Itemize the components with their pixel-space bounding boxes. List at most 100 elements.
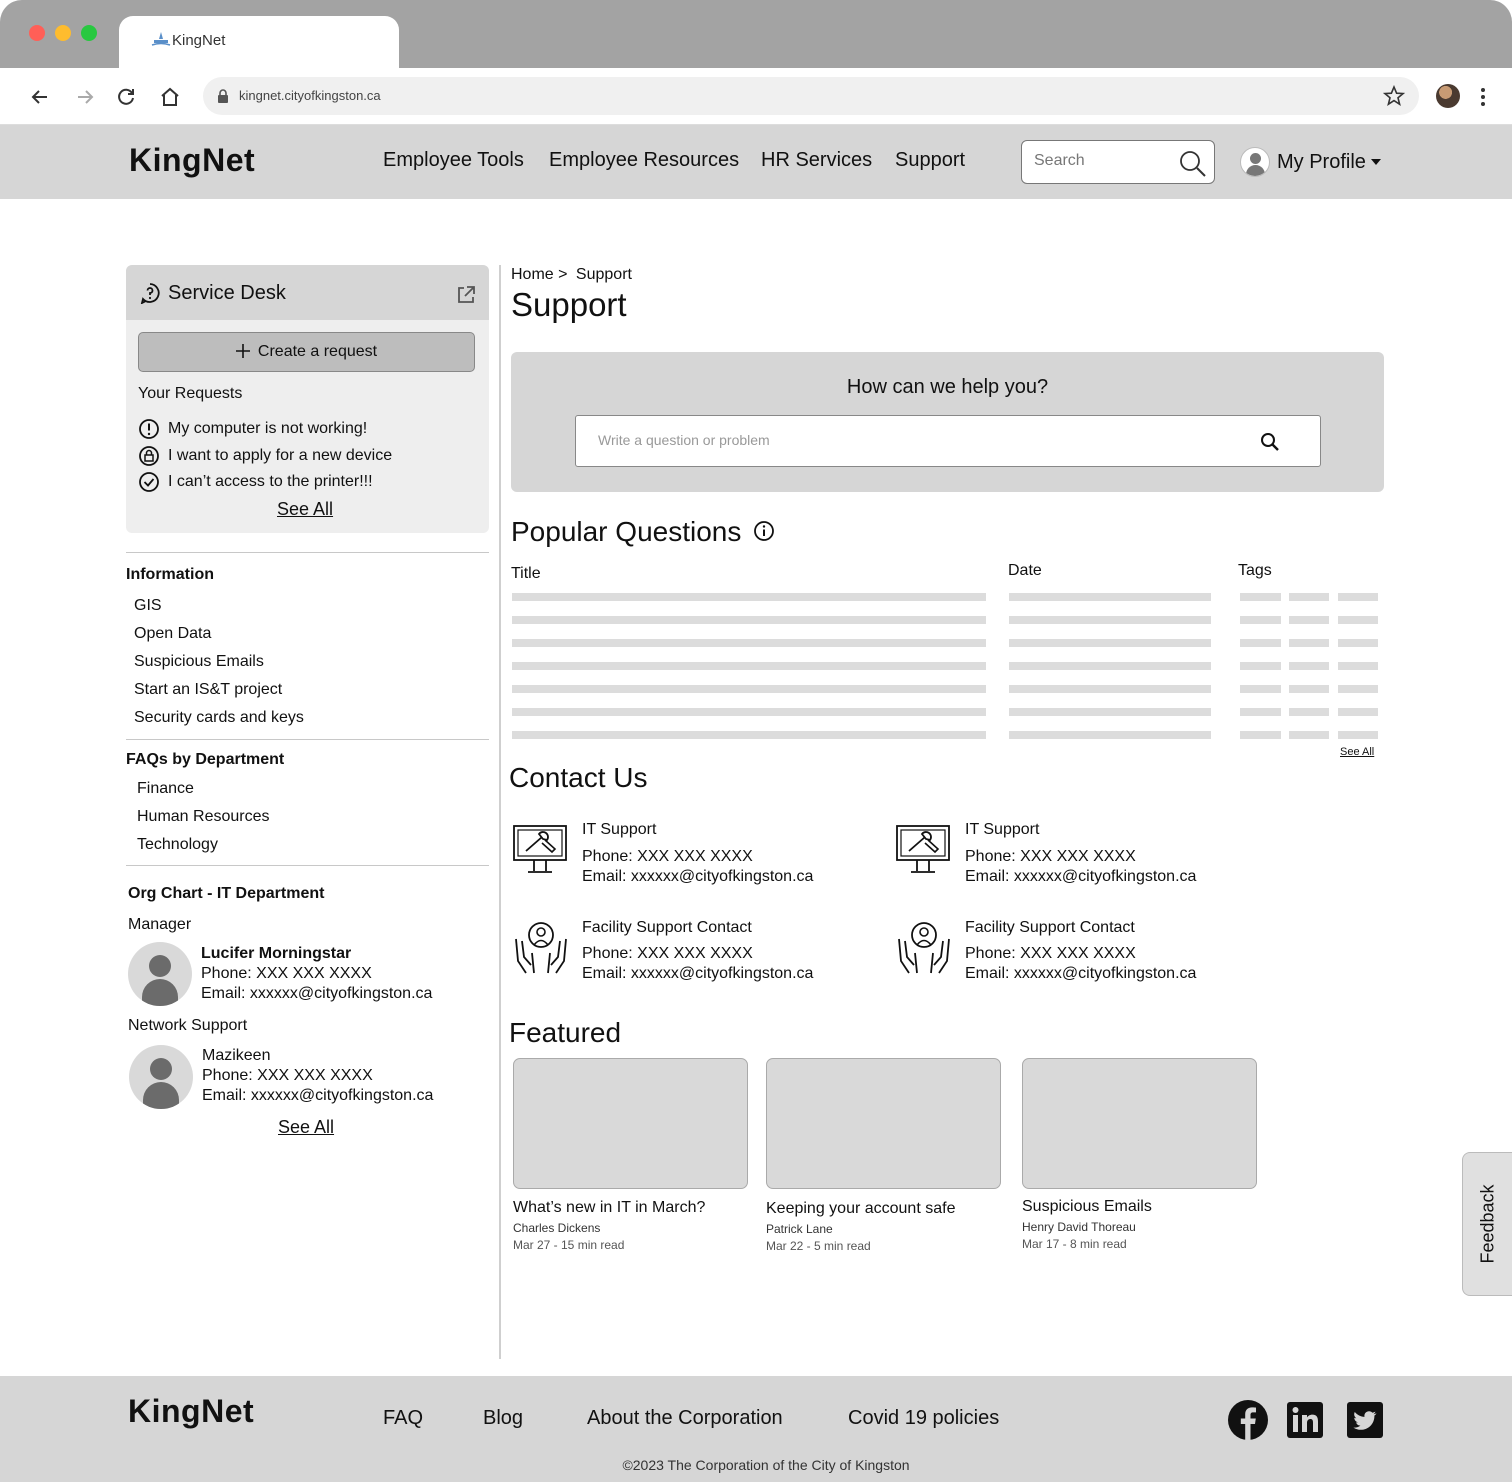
linkedin-icon[interactable]	[1287, 1402, 1323, 1438]
placeholder-bar	[512, 731, 986, 739]
footer-link-about[interactable]: About the Corporation	[587, 1407, 783, 1430]
popular-see-all-link[interactable]: See All	[1340, 746, 1374, 758]
contact-name: IT Support	[582, 821, 657, 838]
placeholder-bar	[1240, 616, 1281, 624]
featured-heading: Featured	[509, 1017, 622, 1048]
help-search-input[interactable]	[598, 432, 1198, 448]
home-icon[interactable]	[159, 86, 181, 108]
request-item[interactable]: I can’t access to the printer!!!	[138, 471, 373, 493]
column-title[interactable]: Title	[511, 565, 541, 583]
featured-card-meta: Mar 22 - 5 min read	[766, 1239, 871, 1253]
lock-icon	[218, 89, 228, 103]
help-search-box	[575, 415, 1321, 467]
footer-link-faq[interactable]: FAQ	[383, 1407, 423, 1430]
page-title: Support	[511, 286, 627, 323]
column-tags[interactable]: Tags	[1238, 562, 1272, 580]
manager-email[interactable]: Email: xxxxxx@cityofkingston.ca	[201, 984, 432, 1004]
placeholder-bar	[1338, 639, 1378, 647]
feedback-tab[interactable]: Feedback	[1462, 1152, 1512, 1296]
nav-employee-tools[interactable]: Employee Tools	[383, 149, 524, 172]
featured-card-title[interactable]: What’s new in IT in March?	[513, 1199, 705, 1217]
my-profile-menu[interactable]: My Profile	[1240, 145, 1382, 179]
service-desk-title: Service Desk	[168, 282, 286, 304]
helping-hands-icon	[515, 922, 567, 974]
network-support-phone: Phone: XXX XXX XXXX	[202, 1067, 373, 1084]
placeholder-bar	[512, 685, 986, 693]
column-date[interactable]: Date	[1008, 562, 1042, 580]
featured-card-image[interactable]	[1022, 1058, 1257, 1189]
more-menu-icon[interactable]	[1472, 86, 1494, 108]
person-avatar-icon	[128, 942, 192, 1006]
alert-circle-icon	[139, 419, 159, 439]
featured-card-image[interactable]	[513, 1058, 748, 1189]
nav-hr-services[interactable]: HR Services	[761, 149, 872, 172]
footer-kingnet-logo[interactable]: KingNet	[128, 1393, 254, 1430]
featured-card-meta: Mar 17 - 8 min read	[1022, 1237, 1127, 1251]
info-link-open-data[interactable]: Open Data	[134, 625, 211, 643]
contact-email[interactable]: Email: xxxxxx@cityofkingston.ca	[582, 965, 813, 983]
network-support-contact: Mazikeen Phone: XXX XXX XXXX Email: xxxx…	[202, 1046, 433, 1106]
back-arrow-icon[interactable]	[29, 86, 51, 108]
search-icon[interactable]	[1178, 149, 1208, 179]
info-icon[interactable]	[753, 520, 775, 542]
faq-link-technology[interactable]: Technology	[137, 836, 218, 854]
browser-tab-strip: KingNet	[0, 0, 1512, 68]
info-link-security-cards[interactable]: Security cards and keys	[134, 709, 304, 727]
info-link-gis[interactable]: GIS	[134, 597, 162, 615]
request-item[interactable]: My computer is not working!	[138, 418, 367, 440]
breadcrumb-home[interactable]: Home >	[511, 266, 567, 283]
placeholder-bar	[1009, 731, 1211, 739]
org-chart-heading: Org Chart - IT Department	[128, 885, 325, 902]
address-bar[interactable]: kingnet.cityofkingston.ca	[203, 77, 1419, 115]
browser-toolbar: kingnet.cityofkingston.ca	[0, 68, 1512, 125]
faqs-heading: FAQs by Department	[126, 751, 285, 768]
create-request-button[interactable]: Create a request	[138, 332, 475, 372]
maximize-window-button[interactable]	[81, 25, 97, 41]
faq-link-finance[interactable]: Finance	[137, 780, 194, 798]
featured-card-image[interactable]	[766, 1058, 1001, 1189]
featured-card-title[interactable]: Keeping your account safe	[766, 1200, 955, 1218]
search-icon[interactable]	[1260, 432, 1280, 452]
bookmark-star-icon[interactable]	[1383, 85, 1405, 107]
placeholder-bar	[1338, 662, 1378, 670]
placeholder-bar	[1338, 731, 1378, 739]
pending-lock-icon	[139, 446, 159, 466]
site-footer: KingNet FAQ Blog About the Corporation C…	[0, 1376, 1512, 1482]
manager-phone: Phone: XXX XXX XXXX	[201, 965, 372, 982]
create-request-label: Create a request	[257, 343, 378, 360]
request-item[interactable]: I want to apply for a new device	[138, 445, 392, 467]
nav-support[interactable]: Support	[895, 149, 965, 172]
network-support-email[interactable]: Email: xxxxxx@cityofkingston.ca	[202, 1086, 433, 1106]
browser-tab[interactable]: KingNet	[119, 16, 399, 68]
facebook-icon[interactable]	[1228, 1400, 1268, 1440]
forward-arrow-icon[interactable]	[74, 86, 96, 108]
person-avatar-icon	[129, 1045, 193, 1109]
nav-employee-resources[interactable]: Employee Resources	[549, 149, 739, 172]
info-link-ist-project[interactable]: Start an IS&T project	[134, 681, 282, 699]
twitter-icon[interactable]	[1347, 1402, 1383, 1438]
featured-card-author: Patrick Lane	[766, 1222, 833, 1236]
close-window-button[interactable]	[29, 25, 45, 41]
external-link-icon[interactable]	[456, 285, 476, 305]
placeholder-bar	[1289, 593, 1329, 601]
footer-link-covid[interactable]: Covid 19 policies	[848, 1407, 999, 1430]
minimize-window-button[interactable]	[55, 25, 71, 41]
contact-name: IT Support	[965, 821, 1040, 838]
info-link-suspicious-emails[interactable]: Suspicious Emails	[134, 653, 264, 671]
reload-icon[interactable]	[115, 86, 137, 108]
help-search-panel: How can we help you?	[511, 352, 1384, 492]
feedback-label: Feedback	[1477, 1184, 1497, 1264]
contact-email[interactable]: Email: xxxxxx@cityofkingston.ca	[965, 965, 1196, 983]
contact-email[interactable]: Email: xxxxxx@cityofkingston.ca	[965, 868, 1196, 886]
search-input[interactable]	[1034, 152, 1174, 170]
kingnet-logo[interactable]: KingNet	[129, 142, 255, 179]
footer-link-blog[interactable]: Blog	[483, 1407, 523, 1430]
placeholder-bar	[512, 616, 986, 624]
requests-see-all-link[interactable]: See All	[277, 499, 333, 520]
browser-profile-avatar[interactable]	[1436, 84, 1460, 108]
featured-card-title[interactable]: Suspicious Emails	[1022, 1198, 1152, 1216]
org-chart-see-all-link[interactable]: See All	[278, 1117, 334, 1138]
contact-email[interactable]: Email: xxxxxx@cityofkingston.ca	[582, 868, 813, 886]
faq-link-human-resources[interactable]: Human Resources	[137, 808, 270, 826]
org-role-manager: Manager	[128, 916, 192, 933]
